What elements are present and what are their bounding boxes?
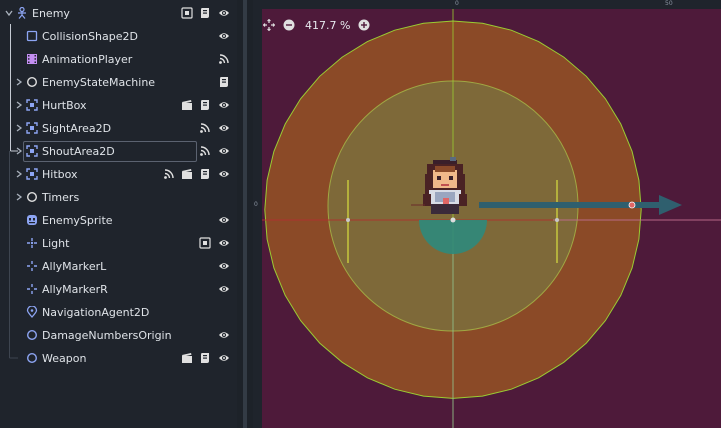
chevron-right-icon[interactable] [15, 147, 23, 155]
raycast-arrowhead [659, 195, 682, 215]
chevron-right-icon[interactable] [15, 170, 23, 178]
visibility-eye-icon[interactable] [218, 352, 230, 364]
tree-item[interactable]: AllyMarkerL [0, 255, 237, 278]
script-icon[interactable] [199, 168, 211, 180]
tree-item-label: DamageNumbersOrigin [42, 329, 172, 342]
tree-item[interactable]: EnemySprite [0, 209, 237, 232]
marker-icon [27, 284, 37, 294]
tree-item[interactable]: AnimationPlayer [0, 48, 237, 71]
zoom-controls: 417.7 % [263, 16, 370, 34]
signal-icon[interactable] [163, 168, 175, 180]
script-icon[interactable] [199, 99, 211, 111]
tree-item[interactable]: AllyMarkerR [0, 278, 237, 301]
tree-item[interactable]: Hitbox [0, 163, 237, 186]
chevron-right-icon[interactable] [15, 101, 23, 109]
tree-item-root[interactable]: Enemy [0, 2, 237, 25]
zoom-in-button[interactable] [358, 19, 370, 31]
ruler-tick-label: 0 [254, 201, 258, 208]
navigation-agent-icon [26, 306, 38, 318]
clapperboard-icon[interactable] [181, 99, 193, 111]
script-icon[interactable] [199, 7, 211, 19]
visibility-eye-icon[interactable] [218, 329, 230, 341]
visibility-eye-icon[interactable] [218, 168, 230, 180]
visibility-eye-icon[interactable] [218, 145, 230, 157]
tree-item-label: EnemyStateMachine [42, 76, 156, 89]
clapperboard-icon[interactable] [181, 168, 193, 180]
group-icon[interactable] [199, 237, 211, 249]
collision-shape-icon [26, 30, 38, 42]
group-icon[interactable] [181, 7, 193, 19]
enemy-sprite [423, 160, 467, 214]
ruler-tick-label: 50 [665, 0, 673, 7]
node-circle-icon [26, 352, 38, 364]
visibility-eye-icon[interactable] [218, 30, 230, 42]
marker-icon [27, 261, 37, 271]
zoom-level[interactable]: 417.7 % [305, 19, 350, 32]
visibility-eye-icon[interactable] [218, 283, 230, 295]
visibility-eye-icon[interactable] [218, 260, 230, 272]
clapperboard-icon[interactable] [181, 352, 193, 364]
tree-item-label: AllyMarkerL [42, 260, 107, 273]
tree-item[interactable]: NavigationAgent2D [0, 301, 237, 324]
script-icon[interactable] [218, 76, 230, 88]
visibility-eye-icon[interactable] [218, 7, 230, 19]
tree-item[interactable]: CollisionShape2D [0, 25, 237, 48]
visibility-eye-icon[interactable] [218, 122, 230, 134]
signal-icon[interactable] [218, 53, 230, 65]
tree-item[interactable]: HurtBox [0, 94, 237, 117]
tree-item-label: ShoutArea2D [42, 145, 115, 158]
node-circle-icon [26, 329, 38, 341]
center-view-icon[interactable] [263, 19, 275, 31]
ruler-top: 0 50 [253, 0, 721, 9]
ruler-left: 0 [253, 0, 262, 428]
tree-item[interactable]: Light [0, 232, 237, 255]
visibility-eye-icon[interactable] [218, 99, 230, 111]
signal-icon[interactable] [199, 145, 211, 157]
script-icon[interactable] [199, 352, 211, 364]
area2d-icon [26, 168, 38, 180]
visibility-eye-icon[interactable] [218, 214, 230, 226]
tree-item-label: HurtBox [42, 99, 87, 112]
chevron-right-icon[interactable] [15, 78, 23, 86]
node-circle-icon [26, 191, 38, 203]
zoom-out-button[interactable] [283, 19, 295, 31]
tree-item-selected[interactable]: ShoutArea2D [0, 140, 237, 163]
ruler-tick-label: 0 [455, 0, 459, 7]
tree-item-label: Hitbox [42, 168, 78, 181]
tree-item-label: Weapon [42, 352, 87, 365]
tree-item-label: EnemySprite [42, 214, 113, 227]
chevron-right-icon[interactable] [15, 124, 23, 132]
canvas-viewport[interactable]: 0 50 0 417.7 % [253, 0, 721, 428]
tree-item-label: Light [42, 237, 70, 250]
light-icon [27, 238, 37, 248]
tree-item-label: NavigationAgent2D [42, 306, 150, 319]
tree-item-label: Enemy [32, 7, 70, 20]
node-circle-icon [26, 76, 38, 88]
area2d-icon [26, 122, 38, 134]
tree-item[interactable]: Timers [0, 186, 237, 209]
chevron-right-icon[interactable] [15, 193, 23, 201]
animation-player-icon [27, 54, 37, 64]
tree-item-label: CollisionShape2D [42, 30, 138, 43]
tree-item-label: AnimationPlayer [42, 53, 133, 66]
tree-item[interactable]: SightArea2D [0, 117, 237, 140]
scene-tree-panel: Enemy CollisionShape2D AnimationPlayer E… [0, 0, 237, 428]
tree-item-label: AllyMarkerR [42, 283, 108, 296]
area2d-icon [26, 145, 38, 157]
scrollbar[interactable] [243, 0, 247, 428]
tree-item[interactable]: EnemyStateMachine [0, 71, 237, 94]
signal-icon[interactable] [199, 122, 211, 134]
tree-item-label: Timers [42, 191, 80, 204]
visibility-eye-icon[interactable] [218, 237, 230, 249]
scene-canvas [253, 0, 721, 428]
tree-item[interactable]: Weapon [0, 347, 237, 370]
sprite-icon [27, 215, 37, 225]
area2d-icon [26, 99, 38, 111]
tree-item-label: SightArea2D [42, 122, 112, 135]
tree-item[interactable]: DamageNumbersOrigin [0, 324, 237, 347]
